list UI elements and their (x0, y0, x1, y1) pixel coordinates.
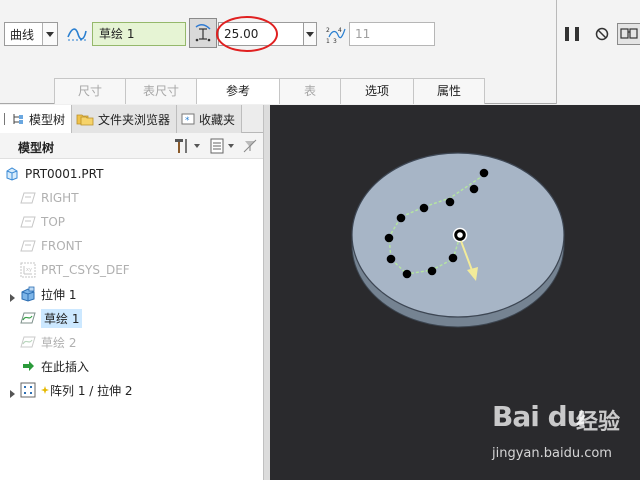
pattern-point[interactable] (384, 233, 394, 243)
pause-icon[interactable] (565, 27, 579, 41)
pattern-point[interactable] (402, 269, 412, 279)
tree-item-label: 阵列 1 / 拉伸 2 (50, 383, 133, 398)
tree-item-label: FRONT (41, 239, 82, 253)
tree-item-label: PRT_CSYS_DEF (41, 263, 130, 277)
svg-text:2: 2 (326, 27, 330, 34)
extrude-icon (20, 286, 36, 302)
tree-item-sketch-1[interactable]: 草绘 1 (20, 307, 83, 329)
model-tree-title: 模型树 (18, 141, 55, 155)
stop-icon[interactable] (595, 27, 609, 41)
svg-text:3: 3 (333, 38, 337, 44)
tree-item-label: 草绘 2 (41, 335, 77, 350)
tree-item-label: RIGHT (41, 191, 79, 205)
depth-spacing-button[interactable] (189, 18, 217, 48)
tree-item-front[interactable]: FRONT (20, 235, 82, 257)
tab-model-tree[interactable]: 模型树 (0, 105, 73, 133)
dashboard-tabs: 尺寸 表尺寸 参考 表 选项 属性 (54, 78, 485, 104)
svg-text:xy: xy (26, 267, 32, 273)
grip-icon (4, 113, 6, 125)
pattern-point[interactable] (479, 168, 489, 178)
tree-item-right[interactable]: RIGHT (20, 187, 79, 209)
tab-options[interactable]: 选项 (340, 78, 414, 104)
tab-properties[interactable]: 属性 (413, 78, 485, 104)
sketch-name-field[interactable]: 草绘 1 (92, 22, 186, 46)
svg-text:1: 1 (326, 38, 330, 44)
tab-table-dimensions[interactable]: 表尺寸 (125, 78, 197, 104)
tab-table[interactable]: 表 (279, 78, 341, 104)
folder-icon (76, 114, 94, 126)
member-count-icon: 2 4 1 3 (325, 24, 347, 45)
curve-type-value: 曲线 (10, 27, 35, 42)
tree-item-insert-here[interactable]: 在此插入 (20, 355, 89, 377)
pattern-point[interactable] (396, 213, 406, 223)
spark-icon (41, 386, 49, 394)
sketch-icon (20, 334, 36, 350)
chevron-down-icon[interactable] (42, 23, 57, 45)
baidu-watermark: Bai du 经验 jingyan.baidu.com (480, 400, 636, 470)
watermark-brand: 经验 (576, 410, 621, 435)
datum-plane-icon (20, 190, 36, 206)
sketch-icon (20, 310, 36, 326)
tree-item-top[interactable]: TOP (20, 211, 65, 233)
navigator-tabs: 模型树 文件夹浏览器 * 收藏夹 (0, 105, 270, 133)
pattern-point[interactable] (386, 254, 396, 264)
spacing-value-input[interactable]: 25.00 (218, 22, 304, 46)
filter-icon[interactable] (243, 138, 257, 154)
watermark-logo: Bai du (492, 400, 587, 433)
panel-splitter[interactable] (263, 105, 270, 480)
datum-plane-icon (20, 214, 36, 230)
start-point-center (457, 232, 463, 238)
show-list-icon[interactable] (209, 138, 225, 154)
model-tree-icon (13, 114, 23, 124)
curve-type-select[interactable]: 曲线 (4, 22, 58, 46)
tab-folder-browser[interactable]: 文件夹浏览器 (72, 105, 178, 133)
pattern-icon (20, 382, 36, 398)
spacing-icon (195, 24, 211, 42)
tab-favorites[interactable]: * 收藏夹 (177, 105, 243, 133)
member-count-input[interactable]: 11 (349, 22, 435, 46)
tree-item-csys[interactable]: xy PRT_CSYS_DEF (20, 259, 130, 281)
tree-item-label: 草绘 1 (41, 308, 83, 328)
chevron-down-icon[interactable] (303, 22, 317, 46)
model-tree-header: 模型树 (0, 133, 263, 159)
tree-item-label: 在此插入 (41, 359, 90, 374)
dashboard-main: 曲线 草绘 1 25.00 2 4 1 3 11 尺寸 表尺寸 参考 表 选项 … (0, 0, 556, 104)
tab-model-tree-label: 模型树 (29, 112, 66, 127)
tab-references[interactable]: 参考 (196, 78, 280, 104)
pattern-point[interactable] (427, 266, 437, 276)
navigator-panel: 模型树 文件夹浏览器 * 收藏夹 模型树 PRT0001.PRT RIGHT T… (0, 105, 270, 480)
tree-item-pattern-1[interactable]: 阵列 1 / 拉伸 2 (20, 379, 133, 401)
tree-item-label: 拉伸 1 (41, 287, 77, 302)
pattern-point[interactable] (448, 253, 458, 263)
insert-arrow-icon (20, 358, 36, 374)
tree-root-label: PRT0001.PRT (25, 167, 104, 181)
pattern-point[interactable] (419, 203, 429, 213)
watermark-url: jingyan.baidu.com (492, 446, 612, 461)
dashboard-controls (556, 0, 640, 104)
chevron-down-icon[interactable] (194, 144, 200, 148)
tab-favorites-label: 收藏夹 (199, 112, 236, 127)
pattern-dashboard: 曲线 草绘 1 25.00 2 4 1 3 11 尺寸 表尺寸 参考 表 选项 … (0, 0, 640, 104)
tab-folder-browser-label: 文件夹浏览器 (98, 112, 171, 127)
part-icon (4, 166, 20, 182)
chevron-down-icon[interactable] (228, 144, 234, 148)
tree-root[interactable]: PRT0001.PRT (4, 163, 103, 185)
tree-item-sketch-2[interactable]: 草绘 2 (20, 331, 76, 353)
favorites-icon: * (181, 113, 195, 126)
tree-item-label: TOP (41, 215, 66, 229)
datum-plane-icon (20, 238, 36, 254)
tree-toolbar (173, 137, 257, 155)
pattern-point[interactable] (445, 197, 455, 207)
svg-text:4: 4 (338, 27, 342, 34)
expand-arrow-icon[interactable] (10, 390, 15, 398)
expand-arrow-icon[interactable] (10, 294, 15, 302)
tab-dimensions[interactable]: 尺寸 (54, 78, 126, 104)
pattern-point[interactable] (469, 184, 479, 194)
tools-icon[interactable] (173, 137, 191, 155)
sketch-curve-icon (66, 25, 88, 43)
csys-icon: xy (20, 262, 36, 278)
preview-glasses-icon[interactable] (617, 23, 640, 45)
tree-item-extrude-1[interactable]: 拉伸 1 (20, 283, 76, 305)
svg-text:*: * (185, 116, 190, 126)
